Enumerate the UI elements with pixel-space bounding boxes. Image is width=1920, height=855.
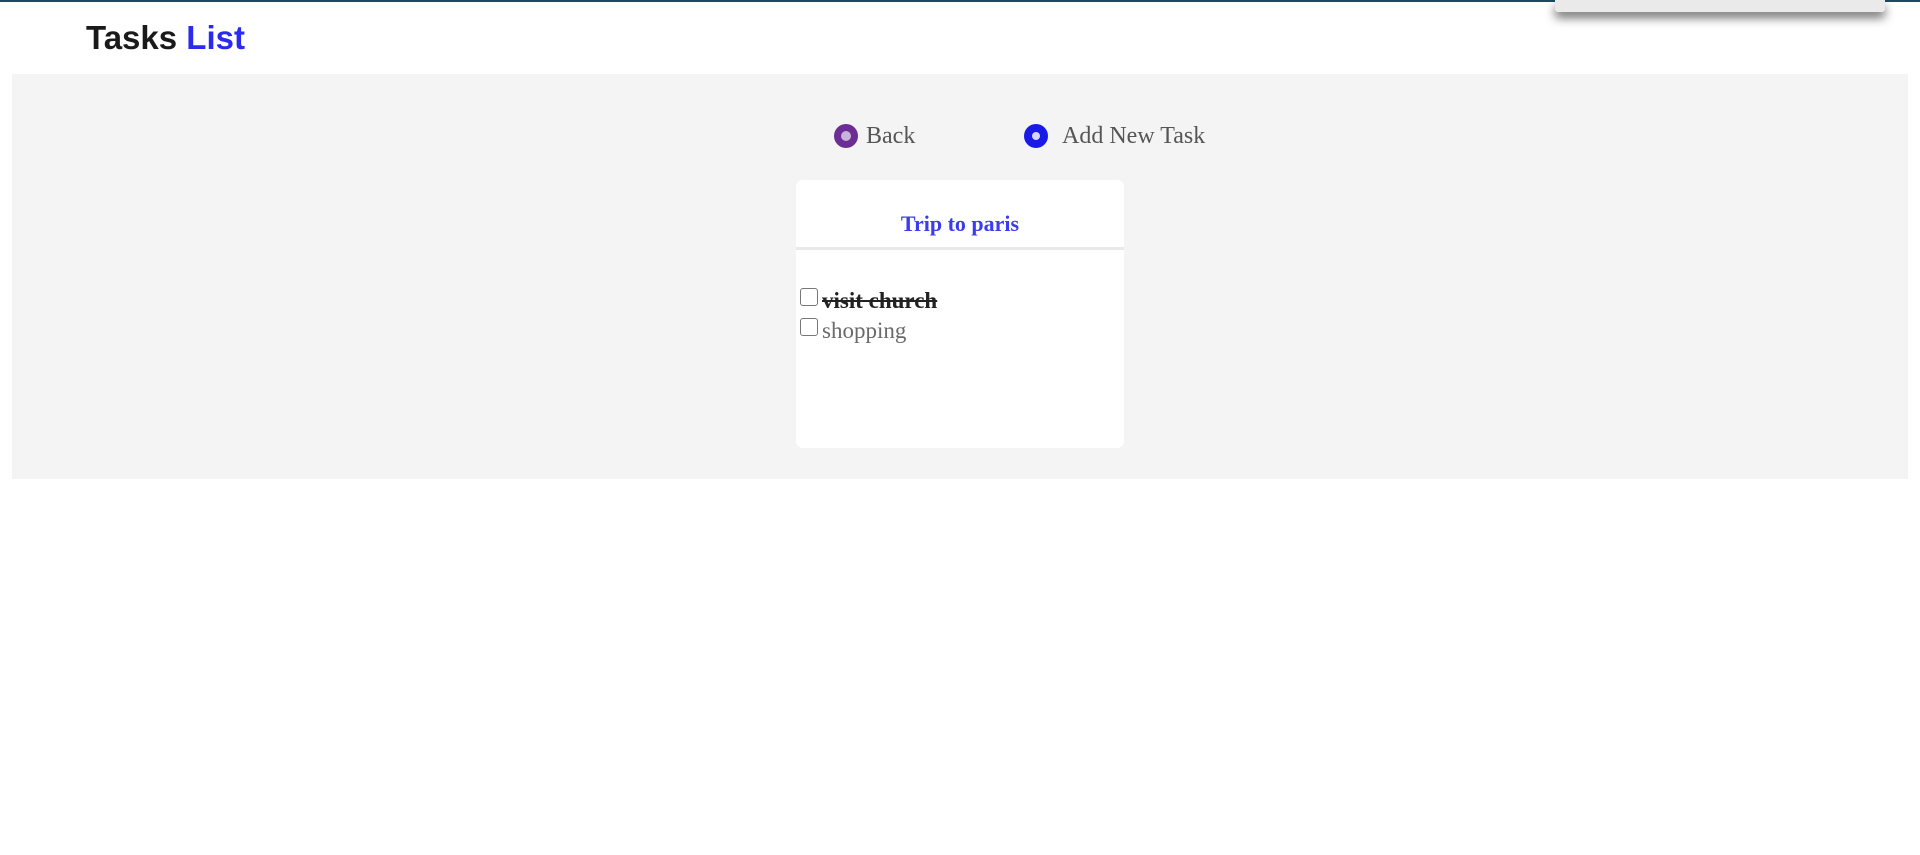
floating-panel-edge [1555, 0, 1885, 12]
add-new-task-button[interactable]: Add New Task [1024, 118, 1205, 154]
task-list: visit church shopping [800, 286, 937, 346]
task-item-visit-church: visit church [800, 286, 937, 316]
back-button-label: Back [866, 122, 916, 149]
task-card-title: Trip to paris [796, 180, 1124, 250]
task-item-shopping: shopping [800, 316, 937, 346]
add-icon [1024, 124, 1048, 148]
task-checkbox[interactable] [800, 318, 818, 336]
task-label: shopping [822, 318, 907, 343]
page-title-main: Tasks [86, 19, 178, 56]
page-title-accent: List [186, 19, 245, 56]
back-icon [834, 124, 858, 148]
task-card: Trip to paris visit church shopping [796, 180, 1124, 448]
add-new-task-label: Add New Task [1062, 122, 1206, 149]
task-label: visit church [822, 288, 938, 313]
task-checkbox[interactable] [800, 288, 818, 306]
page-title: Tasks List [86, 16, 245, 60]
back-button[interactable]: Back [834, 118, 915, 154]
task-card-title-text: Trip to paris [900, 211, 1020, 236]
